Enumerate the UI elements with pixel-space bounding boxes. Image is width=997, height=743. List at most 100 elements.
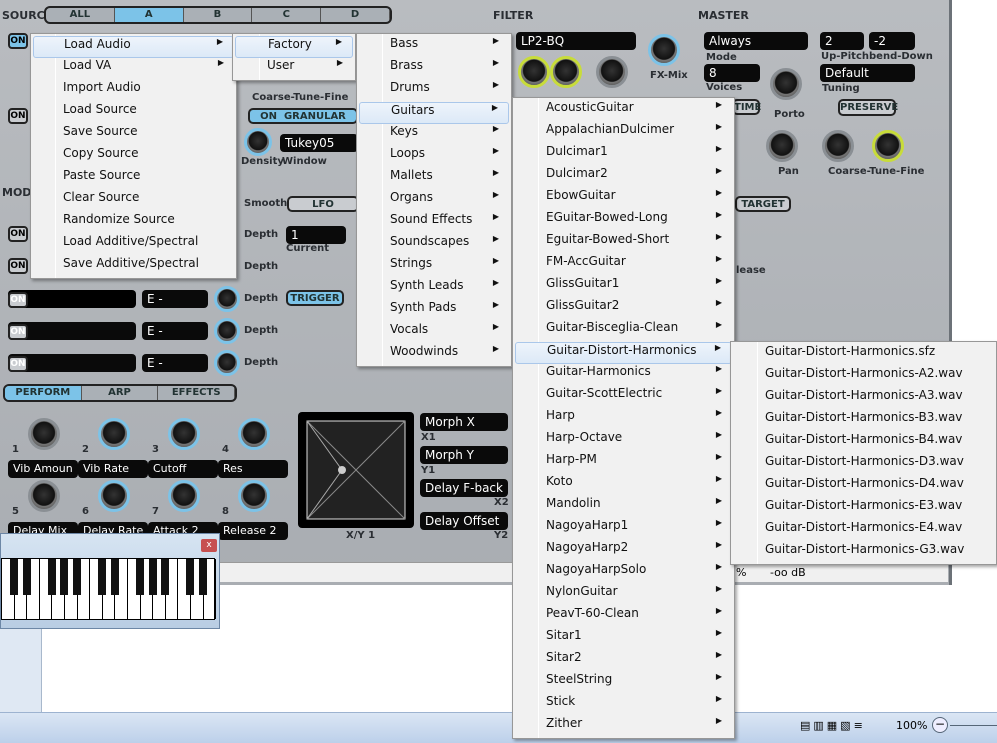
menu-item[interactable]: Guitar-Distort-Harmonics-E4.wav [733, 520, 994, 542]
macro-knob-4[interactable] [238, 418, 270, 450]
menu-item[interactable]: Mallets ▶ [359, 168, 509, 190]
menu-item[interactable]: Copy Source [33, 146, 234, 168]
macro-knob-1[interactable] [28, 418, 60, 450]
macro-knob-2[interactable] [98, 418, 130, 450]
menu-item[interactable]: Load Source [33, 102, 234, 124]
black-key[interactable] [47, 559, 56, 595]
mod-on-1[interactable]: ON [8, 226, 28, 242]
target-button[interactable]: TARGET [735, 196, 791, 212]
black-key[interactable] [136, 559, 144, 595]
porto-knob[interactable] [770, 68, 802, 100]
fine-knob[interactable] [872, 130, 904, 162]
source-on-button[interactable]: ON [8, 33, 28, 49]
black-key[interactable] [60, 559, 69, 595]
menu-item[interactable]: Zither ▶ [515, 716, 732, 738]
mod-on-3[interactable]: ON [8, 292, 28, 308]
trigger-button[interactable]: TRIGGER [286, 290, 344, 306]
menu-item[interactable]: NagoyaHarp1 ▶ [515, 518, 732, 540]
menu-item[interactable]: Synth Pads ▶ [359, 300, 509, 322]
current-select[interactable]: 1 [286, 226, 346, 244]
macro-label[interactable]: Vib Amoun [8, 460, 78, 478]
menu-item[interactable]: Import Audio [33, 80, 234, 102]
macro-knob-3[interactable] [168, 418, 200, 450]
y2-select[interactable]: Delay Offset [420, 512, 508, 530]
menu-item[interactable]: Vocals ▶ [359, 322, 509, 344]
menu-item[interactable]: Sitar2 ▶ [515, 650, 732, 672]
res-knob[interactable] [550, 56, 582, 88]
black-key[interactable] [73, 559, 81, 595]
menu-item[interactable]: Organs ▶ [359, 190, 509, 212]
menu-item[interactable]: Loops ▶ [359, 146, 509, 168]
mod-on-5[interactable]: ON [8, 356, 28, 372]
x1-select[interactable]: Morph X [420, 413, 508, 431]
menu-item[interactable]: Bass ▶ [359, 36, 509, 58]
menu-item[interactable]: Guitar-Distort-Harmonics-A3.wav [733, 388, 994, 410]
pitchbend-up-select[interactable]: 2 [820, 32, 864, 50]
depth-knob-4[interactable] [214, 318, 240, 344]
tab-d[interactable]: D [321, 8, 390, 22]
menu-item[interactable]: Guitar-Distort-Harmonics-G3.wav [733, 542, 994, 564]
zoom-slider[interactable] [950, 725, 997, 726]
depth-knob-3[interactable] [214, 286, 240, 312]
zoom-out-icon[interactable]: − [932, 717, 948, 733]
mod-on-2[interactable]: ON [8, 258, 28, 274]
menu-item[interactable]: Drums ▶ [359, 80, 509, 102]
macro-knob-8[interactable] [238, 480, 270, 512]
menu-item[interactable]: Guitars ▶ [359, 102, 509, 124]
menu-item[interactable]: Guitar-ScottElectric ▶ [515, 386, 732, 408]
menu-item[interactable]: Factory ▶ [235, 36, 353, 58]
tab-effects[interactable]: EFFECTS [158, 386, 235, 400]
black-key[interactable] [22, 559, 31, 595]
black-key[interactable] [199, 559, 207, 595]
menu-item[interactable]: Brass ▶ [359, 58, 509, 80]
fx-mix-knob[interactable] [648, 34, 680, 66]
menu-item[interactable]: GlissGuitar1 ▶ [515, 276, 732, 298]
view-buttons-icon[interactable]: ▤▥▦▧≡ [800, 719, 866, 732]
tab-all[interactable]: ALL [46, 8, 115, 22]
black-key[interactable] [161, 559, 170, 595]
menu-item[interactable]: EGuitar-Bowed-Long ▶ [515, 210, 732, 232]
mod-env-select-5[interactable]: E - [142, 354, 208, 372]
pitchbend-down-select[interactable]: -2 [869, 32, 915, 50]
menu-item[interactable]: Guitar-Distort-Harmonics ▶ [515, 342, 732, 364]
black-key[interactable] [186, 559, 195, 595]
menu-item[interactable]: Guitar-Bisceglia-Clean ▶ [515, 320, 732, 342]
menu-item[interactable]: AppalachianDulcimer ▶ [515, 122, 732, 144]
depth-knob-5[interactable] [214, 350, 240, 376]
menu-item[interactable]: Synth Leads ▶ [359, 278, 509, 300]
mod-env-select-4[interactable]: E - [142, 322, 208, 340]
menu-item[interactable]: Guitar-Distort-Harmonics-D4.wav [733, 476, 994, 498]
macro-label[interactable]: Cutoff [148, 460, 218, 478]
menu-item[interactable]: EbowGuitar ▶ [515, 188, 732, 210]
macro-knob-5[interactable] [28, 480, 60, 512]
mod-source-select-5[interactable]: ON [8, 354, 136, 372]
menu-item[interactable]: GlissGuitar2 ▶ [515, 298, 732, 320]
menu-item[interactable]: Eguitar-Bowed-Short ▶ [515, 232, 732, 254]
mod-on-4[interactable]: ON [8, 324, 28, 340]
menu-item[interactable]: Harp ▶ [515, 408, 732, 430]
black-key[interactable] [98, 559, 107, 595]
menu-item[interactable]: Dulcimar2 ▶ [515, 166, 732, 188]
window-select[interactable]: Tukey05 [280, 134, 358, 152]
menu-item[interactable]: NylonGuitar ▶ [515, 584, 732, 606]
menu-item[interactable]: Guitar-Distort-Harmonics.sfz [733, 344, 994, 366]
y1-select[interactable]: Morph Y [420, 446, 508, 464]
macro-label[interactable]: Res [218, 460, 288, 478]
drive-knob[interactable] [596, 56, 628, 88]
menu-item[interactable]: Koto ▶ [515, 474, 732, 496]
menu-item[interactable]: Guitar-Distort-Harmonics-A2.wav [733, 366, 994, 388]
menu-item[interactable]: Guitar-Distort-Harmonics-E3.wav [733, 498, 994, 520]
macro-label[interactable]: Release 2 [218, 522, 288, 540]
coarse-knob[interactable] [822, 130, 854, 162]
tab-b[interactable]: B [184, 8, 253, 22]
menu-item[interactable]: Load Audio ▶ [33, 36, 234, 58]
black-key[interactable] [110, 559, 119, 595]
menu-item[interactable]: Harp-Octave ▶ [515, 430, 732, 452]
menu-item[interactable]: Guitar-Distort-Harmonics-D3.wav [733, 454, 994, 476]
tab-arp[interactable]: ARP [82, 386, 159, 400]
menu-item[interactable]: Save Additive/Spectral [33, 256, 234, 278]
menu-item[interactable]: SteelString ▶ [515, 672, 732, 694]
cutoff-knob[interactable] [518, 56, 550, 88]
menu-item[interactable]: Guitar-Harmonics ▶ [515, 364, 732, 386]
black-key[interactable] [148, 559, 157, 595]
